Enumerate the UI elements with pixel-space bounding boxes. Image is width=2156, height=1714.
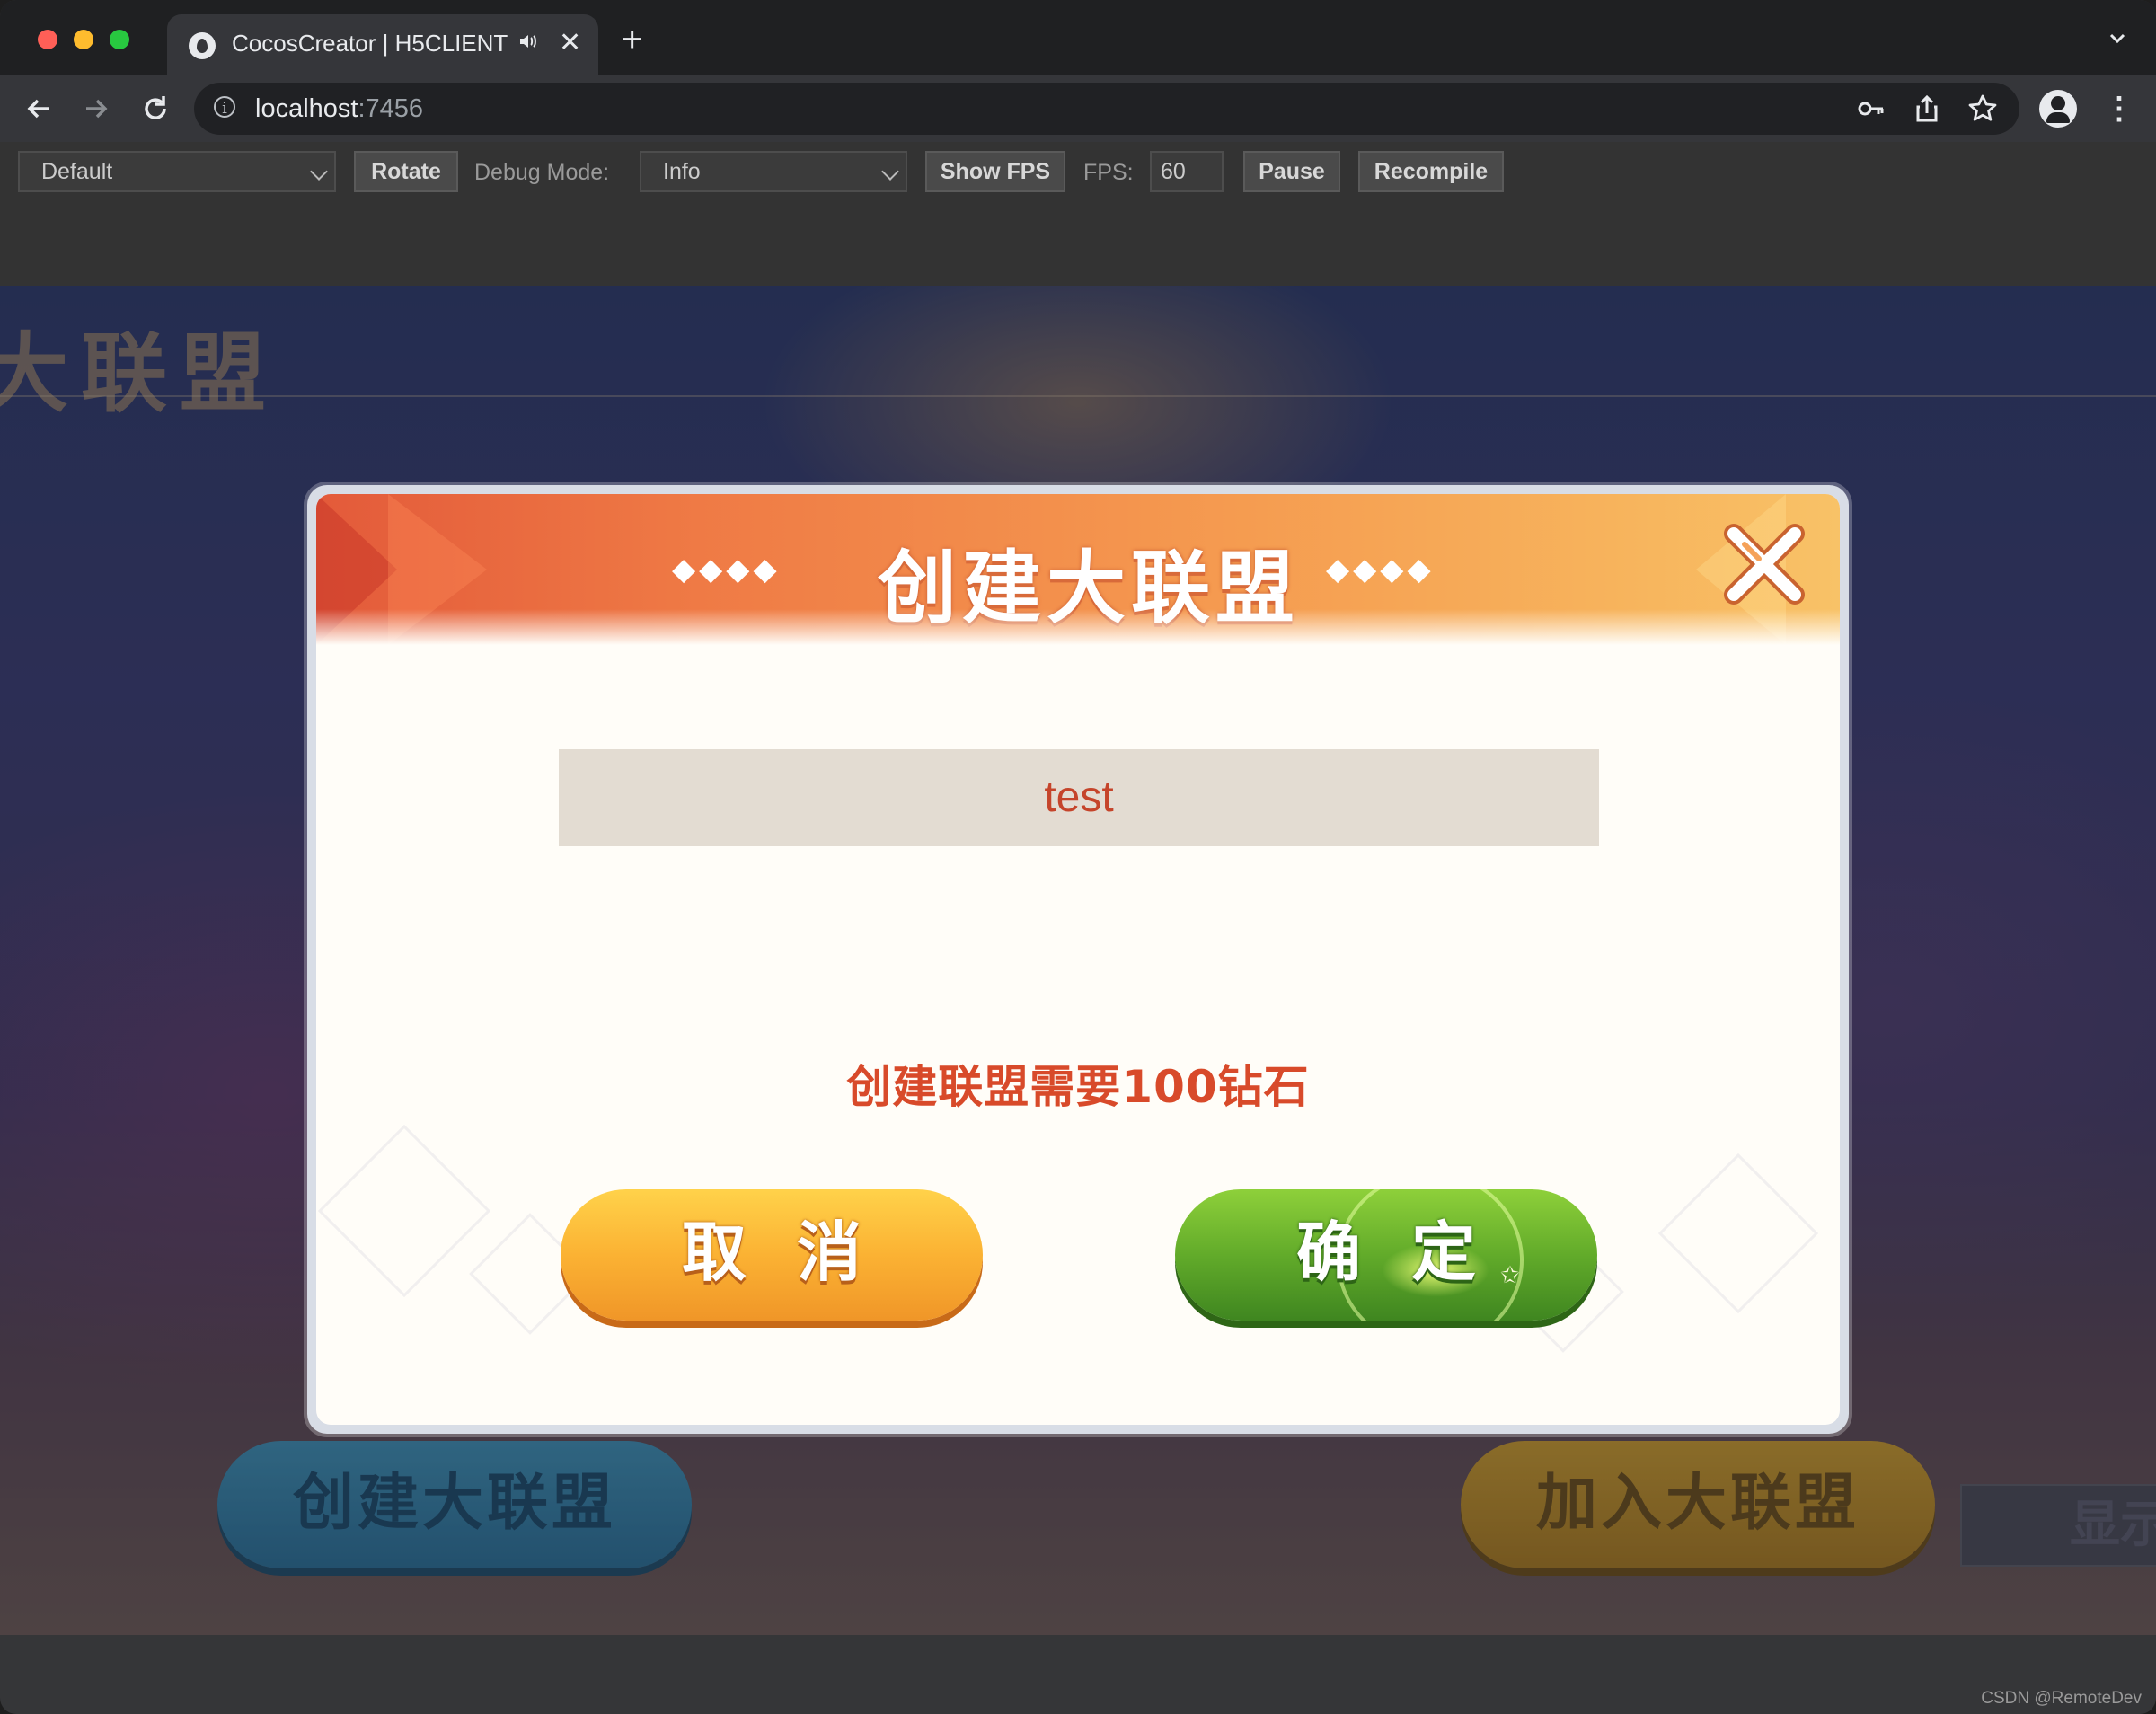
zoom-window-button[interactable] <box>110 30 129 49</box>
diamond-decoration-left: ◆◆◆◆ <box>672 552 781 587</box>
tab-strip: CocosCreator | H5CLIENT ✕ + <box>0 0 2156 75</box>
cocos-preview-toolbar: Default Rotate Debug Mode: Info Show FPS… <box>0 142 2156 287</box>
new-tab-button[interactable]: + <box>622 22 642 57</box>
reload-icon[interactable] <box>135 88 176 129</box>
forward-icon[interactable] <box>75 88 117 129</box>
key-icon[interactable] <box>1856 93 1886 124</box>
diamond-decoration-right: ◆◆◆◆ <box>1326 552 1435 587</box>
debug-mode-value: Info <box>663 159 701 184</box>
chevron-down-icon <box>310 163 328 181</box>
pause-button[interactable]: Pause <box>1243 151 1340 192</box>
show-fps-button[interactable]: Show FPS <box>925 151 1065 192</box>
navigation-bar: i localhost:7456 ⋮ <box>0 75 2156 144</box>
minimize-window-button[interactable] <box>74 30 93 49</box>
back-icon[interactable] <box>18 88 59 129</box>
dialog-title: 创建大联盟 <box>877 542 1300 634</box>
info-icon[interactable]: i <box>214 96 235 118</box>
dialog-body: ◆◆◆◆ ◆◆◆◆ 创建大联盟 test 创建联盟需要100钻石 取消 确定 ✩ <box>316 494 1840 1425</box>
tab-close-icon[interactable]: ✕ <box>559 27 581 58</box>
recompile-button[interactable]: Recompile <box>1358 151 1504 192</box>
tab-search-chevron-icon[interactable] <box>2104 25 2131 52</box>
alliance-name-input[interactable]: test <box>559 749 1599 846</box>
fps-input[interactable]: 60 <box>1150 151 1224 192</box>
cost-notice: 创建联盟需要100钻石 <box>846 1061 1310 1113</box>
star-icon[interactable] <box>1967 93 1998 124</box>
cocos-favicon-icon <box>189 32 216 59</box>
cancel-button-label: 取消 <box>681 1215 912 1290</box>
url-text[interactable]: localhost:7456 <box>255 94 423 124</box>
chevron-down-icon <box>881 163 899 181</box>
device-select[interactable]: Default <box>18 151 336 192</box>
confirm-button[interactable]: 确定 ✩ <box>1175 1189 1597 1321</box>
fps-label: FPS: <box>1083 160 1134 185</box>
browser-tab[interactable]: CocosCreator | H5CLIENT ✕ <box>167 14 598 75</box>
profile-icon[interactable] <box>2039 90 2077 128</box>
address-bar[interactable]: i localhost:7456 <box>194 83 2019 135</box>
sparkle-icon: ✩ <box>1500 1262 1520 1289</box>
background-pattern <box>1657 1153 1819 1314</box>
tab-title: CocosCreator | H5CLIENT <box>232 30 508 57</box>
close-window-button[interactable] <box>38 30 57 49</box>
dialog-header: ◆◆◆◆ ◆◆◆◆ 创建大联盟 <box>316 494 1840 645</box>
browser-window: CocosCreator | H5CLIENT ✕ + i localhost:… <box>0 0 2156 1714</box>
chevron-decoration <box>388 494 487 645</box>
background-pattern <box>317 1124 491 1298</box>
confirm-button-label: 确定 <box>1295 1215 1526 1290</box>
menu-icon[interactable]: ⋮ <box>2104 92 2134 128</box>
audio-icon[interactable] <box>517 31 539 58</box>
create-alliance-dialog: ◆◆◆◆ ◆◆◆◆ 创建大联盟 test 创建联盟需要100钻石 取消 确定 ✩ <box>307 485 1849 1434</box>
close-icon[interactable] <box>1718 517 1811 611</box>
chevron-decoration <box>316 494 397 645</box>
cancel-button[interactable]: 取消 <box>561 1189 983 1321</box>
debug-mode-select[interactable]: Info <box>640 151 907 192</box>
game-canvas[interactable]: 大联盟 创建大联盟 加入大联盟 显示 ◆◆◆◆ ◆◆◆◆ 创建大联盟 test … <box>0 286 2156 1635</box>
debug-mode-label: Debug Mode: <box>474 160 610 185</box>
device-select-value: Default <box>41 159 113 184</box>
share-icon[interactable] <box>1912 93 1942 124</box>
rotate-button[interactable]: Rotate <box>354 151 458 192</box>
watermark: CSDN @RemoteDev <box>1981 1689 2142 1708</box>
